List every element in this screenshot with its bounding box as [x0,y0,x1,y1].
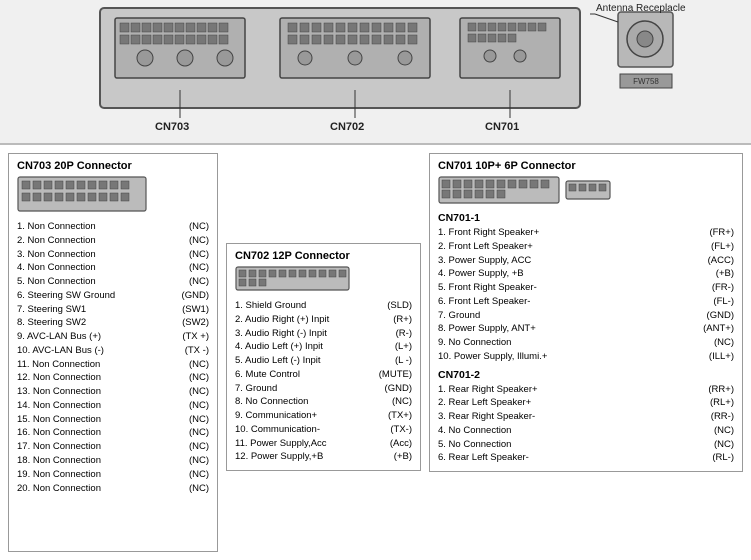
cn702-title: CN702 12P Connector [235,250,412,262]
cn701-mini-svg [438,176,613,204]
cn701-1-pin-list: 1. Front Right Speaker+(FR+)2. Front Lef… [438,226,734,364]
table-row: 7. Ground(GND) [438,309,734,323]
table-row: 4. Audio Left (+) Inpit(L+) [235,340,412,354]
cn702-graphic [235,266,412,294]
table-row: 7. Steering SW1(SW1) [17,303,209,317]
table-row: 20. Non Connection(NC) [17,482,209,496]
table-row: 1. Rear Right Speaker+(RR+) [438,383,734,397]
cn702-mini-svg [235,266,350,291]
table-row: 10. AVC-LAN Bus (-)(TX -) [17,344,209,358]
table-row: 17. Non Connection(NC) [17,440,209,454]
cn701-graphic [438,176,734,207]
cn701-2-subtitle: CN701-2 [438,369,734,381]
table-row: 16. Non Connection(NC) [17,426,209,440]
table-row: 5. Audio Left (-) Inpit(L -) [235,354,412,368]
table-row: 2. Audio Right (+) Inpit(R+) [235,313,412,327]
table-row: 10. Power Supply, Illumi.+(ILL+) [438,350,734,364]
cn703-graphic [17,176,209,215]
cn701-1-subtitle: CN701-1 [438,212,734,224]
cn701-panel: CN701 10P+ 6P Connector [429,153,743,472]
table-row: 2. Non Connection(NC) [17,234,209,248]
table-row: 2. Rear Left Speaker+(RL+) [438,396,734,410]
table-row: 8. No Connection(NC) [235,395,412,409]
table-row: 10. Communication-(TX-) [235,423,412,437]
table-row: 1. Non Connection(NC) [17,220,209,234]
table-row: 6. Front Left Speaker-(FL-) [438,295,734,309]
table-row: 3. Non Connection(NC) [17,248,209,262]
cn701-title: CN701 10P+ 6P Connector [438,160,734,172]
table-row: 4. No Connection(NC) [438,424,734,438]
cn701-area: CN701 10P+ 6P Connector [429,153,743,552]
table-row: 19. Non Connection(NC) [17,468,209,482]
table-row: 9. AVC-LAN Bus (+)(TX +) [17,330,209,344]
cn703-title: CN703 20P Connector [17,160,209,172]
table-row: 11. Power Supply,Acc(Acc) [235,437,412,451]
cn702-panel: CN702 12P Connector [226,243,421,471]
table-row: 9. No Connection(NC) [438,336,734,350]
table-row: 3. Audio Right (-) Inpit(R-) [235,327,412,341]
table-row: 8. Steering SW2(SW2) [17,316,209,330]
table-row: 12. Power Supply,+B(+B) [235,450,412,464]
table-row: 6. Mute Control(MUTE) [235,368,412,382]
table-row: 5. No Connection(NC) [438,438,734,452]
table-row: 5. Non Connection(NC) [17,275,209,289]
cn703-mini-svg [17,176,147,212]
diagram-svg: FW758 Antenna Receplacle CN703 CN702 CN7… [0,0,751,145]
table-row: 1. Shield Ground(SLD) [235,299,412,313]
table-row: 2. Front Left Speaker+(FL+) [438,240,734,254]
cn703-pin-list: 1. Non Connection(NC)2. Non Connection(N… [17,220,209,495]
table-row: 1. Front Right Speaker+(FR+) [438,226,734,240]
main-content: CN703 20P Connector 1. [0,145,751,560]
cn702-pin-list: 1. Shield Ground(SLD)2. Audio Right (+) … [235,299,412,464]
table-row: 14. Non Connection(NC) [17,399,209,413]
cn701-bottom-label: CN701 [485,121,519,133]
table-row: 12. Non Connection(NC) [17,371,209,385]
top-diagram: FW758 Antenna Receplacle CN703 CN702 CN7… [0,0,751,145]
table-row: 5. Front Right Speaker-(FR-) [438,281,734,295]
table-row: 15. Non Connection(NC) [17,413,209,427]
table-row: 18. Non Connection(NC) [17,454,209,468]
cn702-bottom-label: CN702 [330,121,364,133]
table-row: 7. Ground(GND) [235,382,412,396]
table-row: 3. Power Supply, ACC(ACC) [438,254,734,268]
svg-text:FW758: FW758 [633,77,659,86]
antenna-label: Antenna Receplacle [596,3,686,14]
cn703-bottom-label: CN703 [155,121,189,133]
table-row: 4. Non Connection(NC) [17,261,209,275]
table-row: 6. Steering SW Ground(GND) [17,289,209,303]
table-row: 3. Rear Right Speaker-(RR-) [438,410,734,424]
table-row: 6. Rear Left Speaker-(RL-) [438,451,734,465]
table-row: 11. Non Connection(NC) [17,358,209,372]
table-row: 8. Power Supply, ANT+(ANT+) [438,322,734,336]
cn702-area: CN702 12P Connector [226,243,421,471]
cn703-panel: CN703 20P Connector 1. [8,153,218,552]
table-row: 9. Communication+(TX+) [235,409,412,423]
cn701-2-pin-list: 1. Rear Right Speaker+(RR+)2. Rear Left … [438,383,734,466]
table-row: 4. Power Supply, +B(+B) [438,267,734,281]
table-row: 13. Non Connection(NC) [17,385,209,399]
